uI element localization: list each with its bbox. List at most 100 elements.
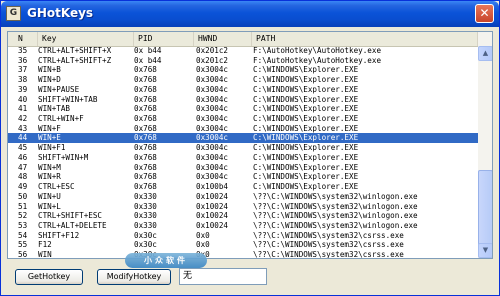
table-row[interactable]: 55 F12 0x30c 0x0 \??\C:\WINDOWS\system32\csr… — [8, 240, 478, 250]
cell-n: 39 — [18, 84, 28, 94]
cell-pid: 0x330 — [134, 201, 157, 211]
cell-hwnd: 0x3004c — [196, 114, 229, 124]
column-header-path[interactable]: PATH — [252, 32, 478, 46]
table-row[interactable]: 36 CTRL+ALT+SHIFT+Z 0x b44 0x201c2 F:\AutoHo… — [8, 56, 478, 66]
vertical-scrollbar[interactable]: ▲ ▼ — [478, 32, 492, 258]
table-row[interactable]: 46 SHIFT+WIN+M 0x768 0x3004c C:\WINDOWS\Expl… — [8, 153, 478, 163]
modify-hotkey-button[interactable]: ModifyHotkey — [97, 269, 171, 285]
cell-path: \??\C:\WINDOWS\system32\winlogon.exe — [253, 220, 418, 230]
cell-pid: 0x30c — [134, 230, 157, 240]
cell-path: \??\C:\WINDOWS\system32\winlogon.exe — [253, 191, 418, 201]
cell-n: 56 — [18, 250, 28, 259]
table-row[interactable]: 40 SHIFT+WIN+TAB 0x768 0x3004c C:\WINDOWS\Ex… — [8, 95, 478, 105]
cell-hwnd: 0x3004c — [196, 104, 229, 114]
cell-pid: 0x768 — [134, 75, 157, 85]
cell-key: WIN+L — [38, 201, 61, 211]
cell-pid: 0x768 — [134, 114, 157, 124]
cell-hwnd: 0x3004c — [196, 143, 229, 153]
scroll-thumb[interactable] — [478, 170, 492, 246]
cell-n: 53 — [18, 220, 28, 230]
cell-key: WIN+M — [38, 162, 61, 172]
table-row[interactable]: 43 WIN+F 0x768 0x3004c C:\WINDOWS\Explorer.E… — [8, 124, 478, 134]
cell-hwnd: 0x0 — [196, 230, 210, 240]
cell-n: 35 — [18, 46, 28, 55]
table-row[interactable]: 50 WIN+U 0x330 0x10024 \??\C:\WINDOWS\system… — [8, 192, 478, 202]
cell-hwnd: 0x10024 — [196, 211, 229, 221]
table-row[interactable]: 35 CTRL+ALT+SHIFT+X 0x b44 0x201c2 F:\AutoHo… — [8, 46, 478, 56]
cell-pid: 0x330 — [134, 191, 157, 201]
cell-hwnd: 0x3004c — [196, 133, 229, 143]
table-row[interactable]: 42 CTRL+WIN+F 0x768 0x3004c C:\WINDOWS\Explo… — [8, 114, 478, 124]
title-bar[interactable]: G GHotKeys ✕ — [1, 1, 499, 27]
table-row[interactable]: 49 CTRL+ESC 0x768 0x100b4 C:\WINDOWS\Explore… — [8, 182, 478, 192]
cell-n: 51 — [18, 201, 28, 211]
cell-n: 54 — [18, 230, 28, 240]
table-row[interactable]: 41 WIN+TAB 0x768 0x3004c C:\WINDOWS\Explorer… — [8, 104, 478, 114]
cell-key: CTRL+ALT+SHIFT+Z — [38, 55, 112, 65]
cell-hwnd: 0x0 — [196, 240, 210, 250]
close-button[interactable]: ✕ — [475, 4, 494, 23]
cell-path: C:\WINDOWS\Explorer.EXE — [253, 123, 359, 133]
table-row[interactable]: 45 WIN+F1 0x768 0x3004c C:\WINDOWS\Explorer.… — [8, 143, 478, 153]
table-row[interactable]: 48 WIN+R 0x768 0x3004c C:\WINDOWS\Explorer.E… — [8, 172, 478, 182]
cell-path: C:\WINDOWS\Explorer.EXE — [253, 104, 359, 114]
column-header-hwnd[interactable]: HWND — [194, 32, 252, 46]
cell-path: C:\WINDOWS\Explorer.EXE — [253, 143, 359, 153]
arrow-down-icon: ▼ — [482, 246, 489, 254]
cell-pid: 0x b44 — [134, 55, 162, 65]
cell-key: SHIFT+WIN+M — [38, 152, 89, 162]
cell-n: 44 — [18, 133, 28, 143]
hotkey-field[interactable]: 无 — [179, 268, 267, 285]
cell-path: C:\WINDOWS\Explorer.EXE — [253, 162, 359, 172]
table-row[interactable]: 37 WIN+B 0x768 0x3004c C:\WINDOWS\Explorer.E… — [8, 65, 478, 75]
cell-hwnd: 0x201c2 — [196, 55, 229, 65]
table-row[interactable]: 38 WIN+D 0x768 0x3004c C:\WINDOWS\Explorer.E… — [8, 75, 478, 85]
cell-n: 45 — [18, 143, 28, 153]
cell-key: CTRL+ALT+DELETE — [38, 220, 107, 230]
table-row[interactable]: 51 WIN+L 0x330 0x10024 \??\C:\WINDOWS\system… — [8, 202, 478, 212]
table-row[interactable]: 53 CTRL+ALT+DELETE 0x330 0x10024 \??\C:\WIND… — [8, 221, 478, 231]
table-row[interactable]: 39 WIN+PAUSE 0x768 0x3004c C:\WINDOWS\Explor… — [8, 85, 478, 95]
table-row[interactable]: 47 WIN+M 0x768 0x3004c C:\WINDOWS\Explorer.E… — [8, 163, 478, 173]
cell-path: C:\WINDOWS\Explorer.EXE — [253, 94, 359, 104]
cell-path: C:\WINDOWS\Explorer.EXE — [253, 84, 359, 94]
hotkey-list[interactable]: N Key PID HWND PATH 35 CTRL+ALT+SHIFT+X 0x… — [7, 31, 493, 259]
cell-n: 52 — [18, 211, 28, 221]
cell-hwnd: 0x3004c — [196, 152, 229, 162]
cell-pid: 0x768 — [134, 162, 157, 172]
cell-path: C:\WINDOWS\Explorer.EXE — [253, 172, 359, 182]
cell-key: SHIFT+F12 — [38, 230, 80, 240]
column-header-pid[interactable]: PID — [134, 32, 194, 46]
cell-hwnd: 0x3004c — [196, 65, 229, 75]
app-icon: G — [6, 6, 21, 21]
cell-n: 37 — [18, 65, 28, 75]
cell-path: \??\C:\WINDOWS\system32\winlogon.exe — [253, 201, 418, 211]
column-header-key[interactable]: Key — [38, 32, 134, 46]
cell-pid: 0x768 — [134, 65, 157, 75]
cell-hwnd: 0x3004c — [196, 172, 229, 182]
table-row[interactable]: 54 SHIFT+F12 0x30c 0x0 \??\C:\WINDOWS\system… — [8, 231, 478, 241]
cell-key: CTRL+WIN+F — [38, 114, 84, 124]
scroll-up-button[interactable]: ▲ — [478, 46, 492, 61]
cell-n: 36 — [18, 55, 28, 65]
cell-path: F:\AutoHotkey\AutoHotkey.exe — [253, 55, 382, 65]
cell-hwnd: 0x3004c — [196, 94, 229, 104]
cell-n: 46 — [18, 152, 28, 162]
cell-n: 43 — [18, 123, 28, 133]
cell-path: \??\C:\WINDOWS\system32\csrss.exe — [253, 250, 404, 259]
cell-key: WIN+D — [38, 75, 61, 85]
cell-key: WIN+E — [38, 133, 61, 143]
table-row[interactable]: 56WIN0x30c0x0\??\C:\WINDOWS\system32\csr… — [8, 250, 478, 259]
column-header-n[interactable]: N — [8, 32, 38, 46]
cell-path: C:\WINDOWS\Explorer.EXE — [253, 133, 359, 143]
table-row-selected[interactable]: 44 WIN+E 0x768 0x3004c C:\WINDOWS\Explorer.E… — [8, 133, 478, 144]
get-hotkey-button[interactable]: GetHotkey — [15, 269, 83, 285]
cell-path: C:\WINDOWS\Explorer.EXE — [253, 65, 359, 75]
cell-pid: 0x768 — [134, 172, 157, 182]
window-title: GHotKeys — [27, 6, 94, 20]
cell-n: 42 — [18, 114, 28, 124]
scroll-down-button[interactable]: ▼ — [478, 243, 492, 258]
table-row[interactable]: 52 CTRL+SHIFT+ESC 0x330 0x10024 \??\C:\WINDO… — [8, 211, 478, 221]
cell-pid: 0x768 — [134, 123, 157, 133]
cell-n: 55 — [18, 240, 28, 250]
